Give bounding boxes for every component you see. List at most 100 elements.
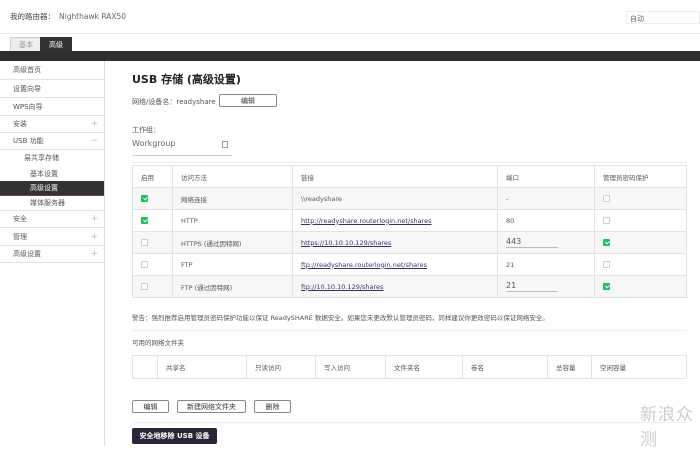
sidebar-item-admin[interactable]: 管理 +: [0, 228, 104, 246]
sidebar-item-setup-wizard[interactable]: 设置向导: [0, 80, 104, 98]
table-row: HTTPS (通过因特网) https://10.10.10.129/share…: [132, 231, 687, 254]
collapse-icon: −: [90, 136, 98, 146]
protect-cell: [594, 275, 687, 298]
column-header: 端口: [497, 165, 595, 188]
sidebar-item-basic-settings[interactable]: 基本设置: [0, 166, 104, 181]
link-cell: http://readyshare.routerlogin.net/shares: [292, 209, 498, 232]
link-cell: ftp://readyshare.routerlogin.net/shares: [292, 253, 498, 276]
column-header: 链接: [292, 165, 498, 188]
table-row: 网络连接 \\readyshare -: [132, 187, 687, 210]
port-value: -: [506, 194, 509, 203]
sidebar-item-usb[interactable]: USB 功能 −: [0, 133, 104, 150]
link-cell: ftp://10.10.10.129/shares: [292, 275, 498, 298]
table-row: FTP ftp://readyshare.routerlogin.net/sha…: [132, 253, 687, 276]
port-value: 21: [506, 260, 515, 269]
column-header: 管理员密码保护: [594, 165, 687, 188]
enable-cell: [132, 275, 173, 298]
sidebar-item-readyshare[interactable]: 易共享存储: [0, 150, 104, 166]
port-cell: 443: [497, 231, 595, 254]
access-method-table: 启用 访问方法 链接 端口 管理员密码保护 网络连接 \\readyshare …: [132, 165, 687, 298]
sidebar-item-advanced-home[interactable]: 高级首页: [0, 61, 104, 80]
method-cell: HTTP: [172, 209, 293, 232]
enable-cell: [132, 231, 173, 254]
table-row: FTP (通过因特网) ftp://10.10.10.129/shares 21: [132, 275, 687, 298]
expand-icon: +: [90, 119, 98, 129]
expand-icon: +: [90, 249, 98, 259]
protect-cell: [594, 253, 687, 276]
sidebar-item-security[interactable]: 安全 +: [0, 211, 104, 228]
port-input[interactable]: 443: [506, 237, 558, 248]
password-protect-checkbox[interactable]: [603, 261, 610, 268]
method-cell: 网络连接: [172, 187, 293, 210]
divider: [132, 330, 687, 331]
tab-advanced[interactable]: 高级: [40, 37, 72, 51]
sidebar: 高级首页 设置向导 WPS向导 安装 + USB 功能 − 易共享存储 基本设置 高…: [0, 61, 105, 446]
tab-basic[interactable]: 基本: [10, 37, 42, 51]
link-cell: \\readyshare: [292, 187, 498, 210]
enable-cell: [132, 209, 173, 232]
share-link[interactable]: http://readyshare.routerlogin.net/shares: [301, 217, 432, 225]
column-header: 空闲容量: [591, 355, 687, 379]
watermark: 新浪众测: [640, 405, 694, 450]
method-cell: FTP: [172, 253, 293, 276]
warning-text: 警告：强烈推荐启用管理员密码保护功能以保证 ReadySHARE 数据安全。如果…: [132, 314, 549, 322]
port-input[interactable]: 21: [506, 281, 558, 292]
enable-checkbox[interactable]: [141, 195, 148, 202]
column-header: [132, 355, 158, 379]
enable-cell: [132, 253, 173, 276]
password-protect-checkbox[interactable]: [603, 283, 610, 290]
port-value: 80: [506, 216, 515, 225]
port-cell: -: [497, 187, 595, 210]
column-header: 写入访问: [315, 355, 386, 379]
folders-title: 可用的网络文件夹: [132, 339, 184, 347]
nav-bar: [0, 51, 700, 61]
column-header: 总容量: [547, 355, 592, 379]
safely-remove-usb-button[interactable]: 安全地移除 USB 设备: [132, 428, 217, 444]
column-header: 卷名: [462, 355, 548, 379]
sidebar-item-advanced-setup[interactable]: 高级设置 +: [0, 246, 104, 263]
share-path: \\readyshare: [301, 194, 342, 203]
workgroup-input[interactable]: Workgroup: [132, 139, 232, 156]
port-cell: 21: [497, 253, 595, 276]
info-icon: [222, 141, 228, 148]
protect-cell: [594, 187, 687, 210]
method-cell: HTTPS (通过因特网): [172, 231, 293, 254]
port-cell: 80: [497, 209, 595, 232]
page-title: USB 存储 (高级设置): [132, 73, 241, 86]
sidebar-item-advanced-settings[interactable]: 高级设置: [0, 181, 104, 196]
workgroup-label: 工作组：: [132, 126, 160, 134]
enable-checkbox[interactable]: [141, 217, 148, 224]
port-cell: 21: [497, 275, 595, 298]
network-folders-table: 共享名 只读访问 写入访问 文件夹名 卷名 总容量 空闲容量: [132, 355, 687, 379]
column-header: 文件夹名: [385, 355, 463, 379]
link-cell: https://10.10.10.129/shares: [292, 231, 498, 254]
enable-checkbox[interactable]: [141, 283, 148, 290]
enable-cell: [132, 187, 173, 210]
method-cell: FTP (通过因特网): [172, 275, 293, 298]
share-link[interactable]: ftp://readyshare.routerlogin.net/shares: [301, 261, 427, 269]
enable-checkbox[interactable]: [141, 239, 148, 246]
edit-folder-button[interactable]: 编辑: [132, 400, 169, 413]
password-protect-checkbox[interactable]: [603, 217, 610, 224]
edit-device-button[interactable]: 编辑: [219, 94, 277, 107]
enable-checkbox[interactable]: [141, 261, 148, 268]
protect-cell: [594, 231, 687, 254]
share-link[interactable]: https://10.10.10.129/shares: [301, 239, 391, 247]
table-row: HTTP http://readyshare.routerlogin.net/s…: [132, 209, 687, 232]
sidebar-item-media-server[interactable]: 媒体服务器: [0, 196, 104, 211]
sidebar-item-setup[interactable]: 安装 +: [0, 116, 104, 133]
sidebar-item-wps-wizard[interactable]: WPS向导: [0, 98, 104, 116]
protect-cell: [594, 209, 687, 232]
device-name: 网络/设备名：readyshare: [132, 98, 216, 106]
new-folder-button[interactable]: 新建网络文件夹: [177, 400, 246, 413]
router-name: 我的路由器： Nighthawk RAX50: [10, 12, 127, 21]
delete-folder-button[interactable]: 删除: [254, 400, 291, 413]
divider: [0, 33, 700, 34]
password-protect-checkbox[interactable]: [603, 239, 610, 246]
language-select[interactable]: 自动: [626, 11, 700, 24]
share-link[interactable]: ftp://10.10.10.129/shares: [301, 283, 383, 291]
password-protect-checkbox[interactable]: [603, 195, 610, 202]
column-header: 访问方法: [172, 165, 293, 188]
column-header: 只读访问: [246, 355, 316, 379]
expand-icon: +: [90, 214, 98, 224]
